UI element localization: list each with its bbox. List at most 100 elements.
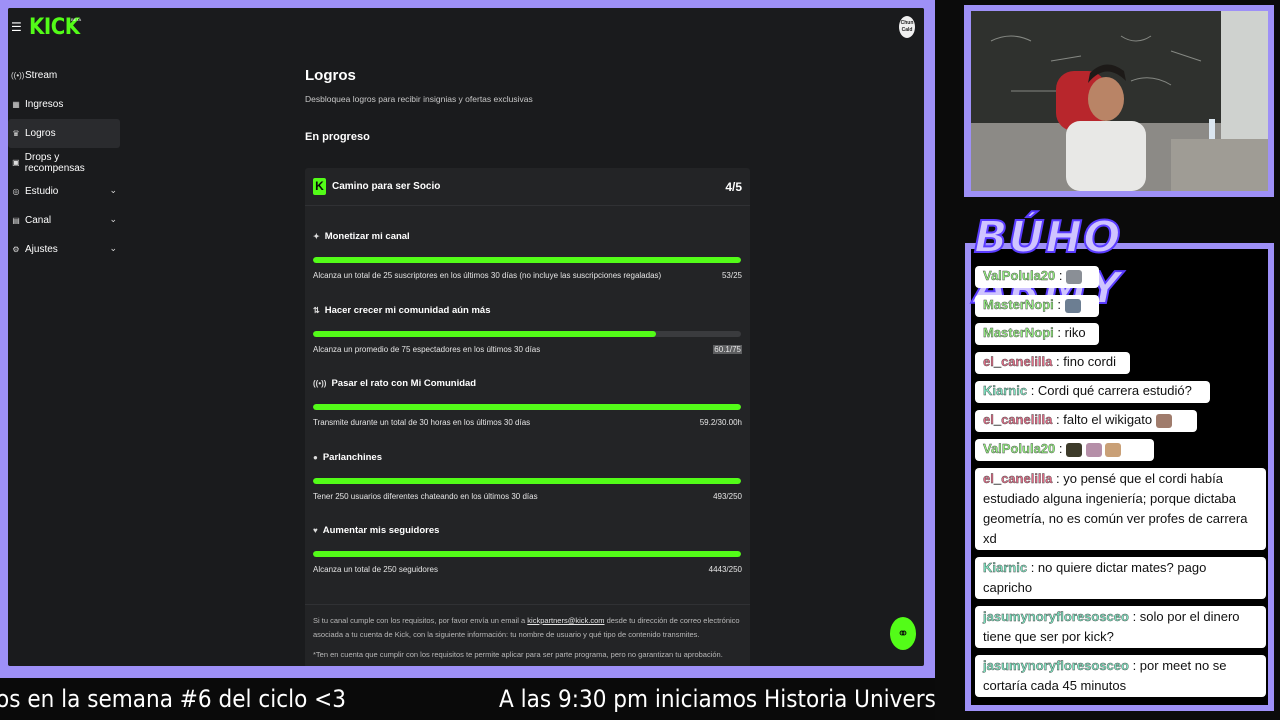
goal-value: 4443/250 [708,565,742,574]
goal-title: Hacer crecer mi comunidad aún más [324,304,491,316]
chat-username[interactable]: ValPolula20 [983,268,1056,283]
sidebar: ((•)) Stream ▦ Ingresos ♛ Logros ▣ Drops… [8,61,120,264]
sidebar-item-ingresos[interactable]: ▦ Ingresos [8,90,120,119]
sidebar-item-logros[interactable]: ♛ Logros [8,119,120,148]
chat-message: el_canelilla : falto el wikigato [975,410,1197,432]
goal-title: Parlanchines [322,451,382,463]
emote-icon [1085,442,1102,457]
chat-username[interactable]: MasterNopi [983,325,1054,340]
broadcast-icon: ((•)) [313,379,327,388]
card-footer: Si tu canal cumple con los requisitos, p… [305,604,750,662]
sparkle-icon: ✦ [313,232,320,241]
chat-username[interactable]: el_canelilla [983,471,1053,486]
goal-title: Pasar el rato con Mi Comunidad [331,378,477,389]
sidebar-item-canal[interactable]: ▤ Canal ⌄ [8,206,120,235]
chat-message: el_canelilla : fino cordi [975,352,1130,374]
card-title: Camino para ser Socio [332,181,441,192]
chat-username[interactable]: jasumynoryfloresosceo [983,609,1129,624]
chat-text: fino cordi [1063,354,1116,369]
progress-fill [313,404,741,410]
chat-message: ValPolula20 : [975,266,1099,288]
studio-icon: ◎ [12,187,20,196]
ticker-text-right: A las 9:30 pm iniciamos Historia Univers… [499,685,935,713]
section-title: En progreso [305,131,370,143]
kick-header: ☰ KICK BETA Chun Cald [8,8,924,48]
goal-item: ● Parlanchines Tener 250 usuarios diferen… [305,427,750,501]
help-headset-button[interactable]: ⚭ [890,617,916,650]
sidebar-item-ajustes[interactable]: ⚙ Ajustes ⌄ [8,235,120,264]
ticker-text-left: os en la semana #6 del ciclo <3 [0,685,346,713]
trophy-icon: ♛ [12,129,20,138]
footer-text: desde tu dirección de correo electrónico [604,616,740,625]
chat-text: riko [1064,325,1086,340]
sidebar-item-label: Drops y recompensas [24,151,85,174]
chat-bubble-icon: ● [313,452,318,462]
page-subtitle: Desbloquea logros para recibir insignias… [305,94,533,104]
email-link[interactable]: kickpartners@kick.com [527,616,604,625]
goal-item: ♥ Aumentar mis seguidores Alcanza un tota… [305,500,750,574]
gear-icon: ⚙ [12,245,20,254]
progress-fill [313,551,741,557]
emote-icon [1066,442,1083,457]
partner-path-card: K Camino para ser Socio 4/5 ✦ Monetizar m… [305,168,750,666]
ticker-bar: os en la semana #6 del ciclo <3 A las 9:… [0,678,935,720]
chevron-down-icon[interactable]: ⌄ [109,214,117,225]
webcam-image [971,11,1268,191]
menu-icon[interactable]: ☰ [11,21,22,33]
progress-fill [313,330,656,337]
goal-title: Monetizar mi canal [324,231,410,242]
kick-k-icon: K [313,178,326,195]
sidebar-item-estudio[interactable]: ◎ Estudio ⌄ [8,177,120,206]
chat-username[interactable]: MasterNopi [983,297,1054,312]
sidebar-item-drops[interactable]: ▣ Drops y recompensas [8,148,120,177]
chat-message: MasterNopi : [975,295,1099,317]
footer-text: asociada a tu cuenta de Kick, con la sig… [313,630,700,639]
emote-icon [1105,442,1122,457]
kick-dashboard-window: ☰ KICK BETA Chun Cald ((•)) Stream ▦ Ing… [8,8,924,666]
chat-username[interactable]: ValPolula20 [983,441,1056,456]
chat-username[interactable]: jasumynoryfloresosceo [983,658,1129,673]
goal-description: Alcanza un total de 250 seguidores [313,565,438,574]
chat-message: MasterNopi : riko [975,323,1099,345]
beta-tag: BETA [71,17,82,22]
footer-text: Si tu canal cumple con los requisitos, p… [313,616,528,625]
progress-bar [313,404,741,410]
chat-message: jasumynoryfloresosceo : por meet no se c… [975,655,1266,697]
progress-bar [313,477,741,484]
emote-icon [1064,298,1081,313]
progress-bar [313,257,741,263]
sidebar-item-label: Canal [25,215,52,226]
goal-item: ((•)) Pasar el rato con Mi Comunidad Tran… [305,353,750,427]
sidebar-item-label: Stream [25,70,58,81]
broadcast-icon: ((•)) [11,71,25,80]
emote-icon [1155,413,1172,428]
chat-username[interactable]: Kiarnic [983,560,1027,575]
sidebar-item-label: Ingresos [25,99,64,110]
goal-title: Aumentar mis seguidores [322,525,440,536]
channel-icon: ▤ [12,216,20,225]
revenue-icon: ▦ [12,100,20,109]
chat-message: Kiarnic : no quiere dictar mates? pago c… [975,557,1266,599]
gift-icon: ▣ [12,158,20,167]
chevron-down-icon[interactable]: ⌄ [109,243,117,254]
sidebar-item-stream[interactable]: ((•)) Stream [8,61,120,90]
avatar[interactable]: Chun Cald [899,16,915,38]
chat-username[interactable]: Kiarnic [983,383,1027,398]
progress-bar [313,330,741,337]
chat-message: Kiarnic : Cordi qué carrera estudió? [975,381,1210,403]
goal-item: ⇅ Hacer crecer mi comunidad aún más Alcan… [305,280,750,354]
emote-icon [1066,269,1083,284]
chat-message: jasumynoryfloresosceo : solo por el dine… [975,606,1266,648]
webcam-feed [971,11,1268,191]
chat-text: Cordi qué carrera estudió? [1037,383,1192,398]
card-header: K Camino para ser Socio 4/5 [305,168,750,206]
chat-username[interactable]: el_canelilla [983,412,1053,427]
progress-bar [313,551,741,557]
footer-note: *Ten en cuenta que cumplir con los requi… [313,650,723,659]
heart-icon: ♥ [313,526,318,535]
chat-username[interactable]: el_canelilla [983,354,1053,369]
chat-text: falto el wikigato [1063,412,1153,427]
chevron-down-icon[interactable]: ⌄ [109,185,117,196]
sidebar-item-label: Estudio [25,186,59,197]
chat-message: el_canelilla : yo pensé que el cordi hab… [975,468,1266,550]
